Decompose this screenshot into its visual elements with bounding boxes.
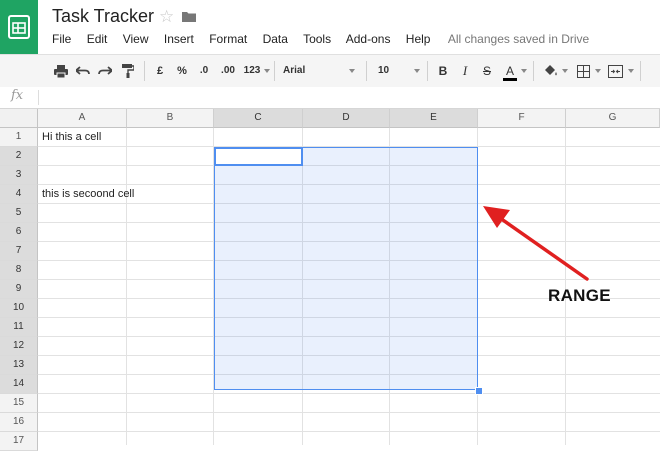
range-annotation-label: RANGE (548, 286, 611, 305)
arrow-head-icon (483, 206, 510, 228)
arrow-shaft (498, 216, 589, 281)
annotation-arrow (483, 206, 589, 281)
